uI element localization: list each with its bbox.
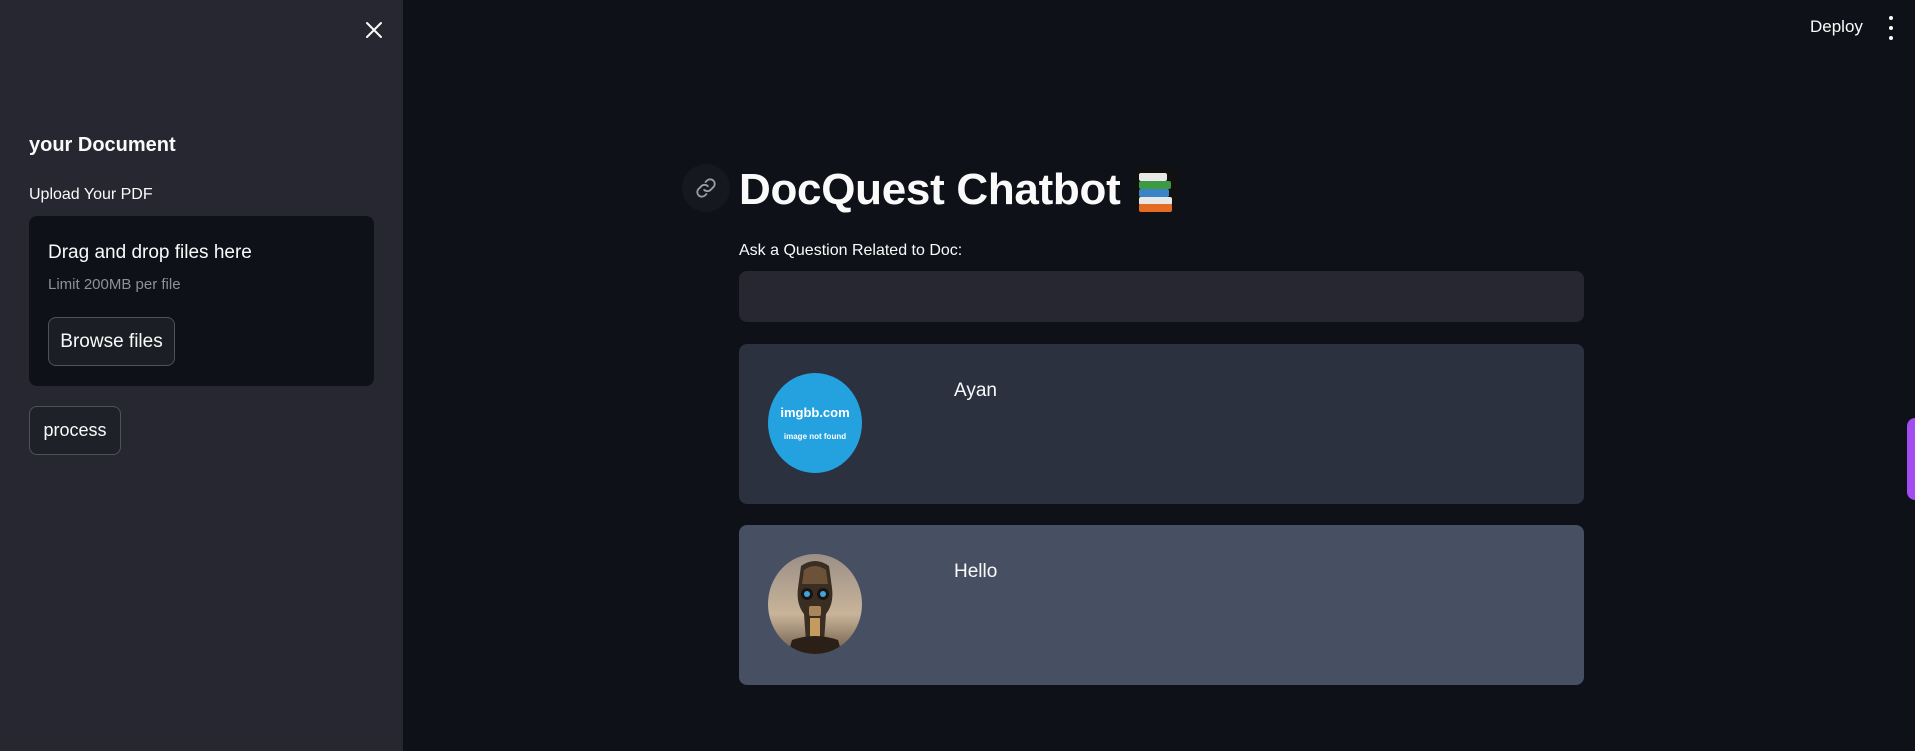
title-row: DocQuest Chatbot [739, 160, 1179, 220]
upload-label: Upload Your PDF [29, 186, 153, 203]
chat-message-bot: Hello [739, 525, 1584, 685]
message-text: Hello [954, 561, 998, 582]
close-icon[interactable] [360, 16, 388, 44]
menu-dot [1889, 16, 1893, 20]
sidebar-heading: your Document [29, 134, 176, 156]
kebab-menu-icon[interactable] [1884, 16, 1898, 40]
dropzone-limit: Limit 200MB per file [48, 276, 181, 293]
file-dropzone[interactable]: Drag and drop files here Limit 200MB per… [29, 216, 374, 386]
menu-dot [1889, 26, 1893, 30]
deploy-button[interactable]: Deploy [1810, 17, 1863, 37]
question-label: Ask a Question Related to Doc: [739, 242, 963, 259]
dropzone-title: Drag and drop files here [48, 242, 252, 263]
chat-message-user: imgbb.com image not found Ayan [739, 344, 1584, 504]
edge-accent-tab[interactable] [1907, 418, 1915, 500]
menu-dot [1889, 36, 1893, 40]
process-button[interactable]: process [29, 406, 121, 455]
browse-files-button[interactable]: Browse files [48, 317, 175, 366]
avatar-site-text: imgbb.com [780, 405, 850, 420]
app-root: your Document Upload Your PDF Drag and d… [0, 0, 1915, 751]
bot-avatar [768, 554, 862, 654]
books-icon [1134, 167, 1179, 213]
page-title: DocQuest Chatbot [739, 165, 1121, 214]
user-avatar: imgbb.com image not found [768, 373, 862, 473]
question-input[interactable] [739, 271, 1584, 322]
avatar-note-text: image not found [783, 432, 847, 441]
link-icon[interactable] [682, 164, 730, 212]
message-text: Ayan [954, 380, 997, 401]
sidebar: your Document Upload Your PDF Drag and d… [0, 0, 403, 751]
